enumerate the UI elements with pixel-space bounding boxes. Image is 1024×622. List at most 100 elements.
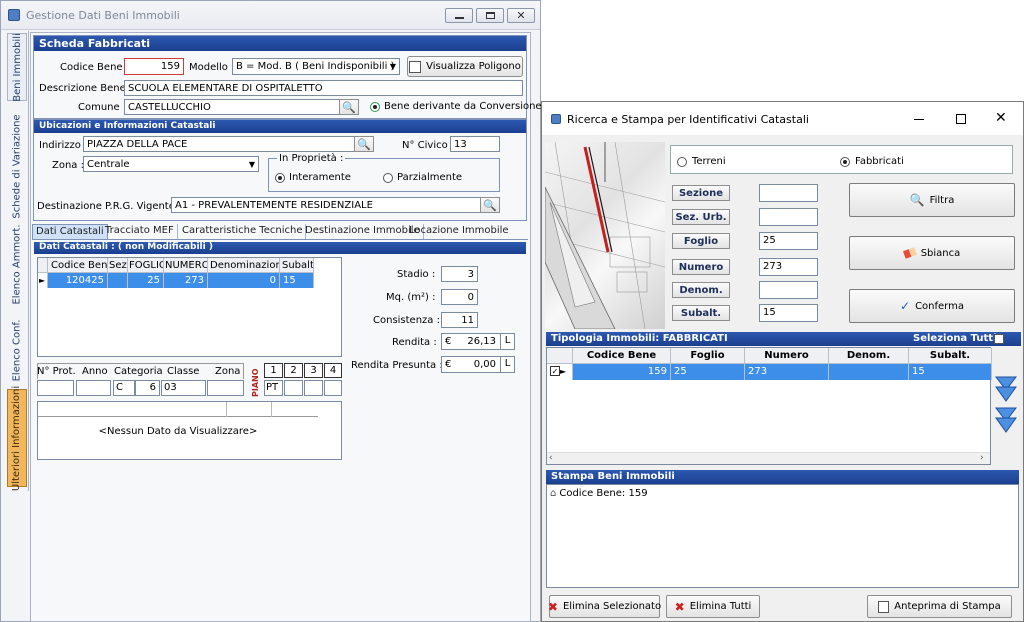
scroll-down-icon[interactable] — [994, 405, 1018, 435]
fabbricati-radio[interactable]: Fabbricati — [840, 156, 904, 167]
col-codice-bene[interactable]: Codice Bene — [573, 348, 671, 364]
destinazione-search-button[interactable]: 🔍 — [480, 197, 500, 213]
zona-select[interactable]: Centrale ▼ — [83, 156, 259, 172]
maximize-button[interactable] — [476, 8, 504, 23]
chevron-down-icon: ▼ — [248, 160, 255, 169]
rendita-label: Rendita : — [392, 337, 437, 348]
scroll-down-fast-icon[interactable] — [994, 374, 1018, 404]
indirizzo-field[interactable]: PIAZZA DELLA PACE — [83, 136, 355, 152]
side-tab-elenco-conf[interactable]: Elenco Conf. — [7, 319, 27, 381]
sez-urb-field[interactable] — [759, 208, 818, 226]
anno-field[interactable] — [76, 380, 111, 396]
piano-3-field[interactable] — [304, 380, 323, 396]
rendita-field[interactable]: € 26,13 L — [441, 333, 515, 350]
comune-field[interactable]: CASTELLUCCHIO — [124, 99, 340, 115]
piano-label: PIANO — [251, 368, 260, 397]
side-tab-elenco-ammort[interactable]: Elenco Ammort. — [7, 224, 27, 304]
piano-2-field[interactable] — [284, 380, 303, 396]
prot-field[interactable] — [37, 380, 74, 396]
numero-field[interactable]: 273 — [759, 258, 818, 276]
side-tab-beni-immobili[interactable]: Beni Immobili — [7, 33, 27, 101]
categoria-b-field[interactable]: 6 — [135, 380, 160, 396]
civico-field[interactable]: 13 — [450, 136, 500, 152]
categoria-a-field[interactable]: C — [113, 380, 135, 396]
col-foglio[interactable]: FOGLIO — [128, 258, 164, 273]
table-row[interactable]: ► 120425 25 273 0 15 — [38, 273, 314, 288]
col-numero[interactable]: Numero — [745, 348, 829, 364]
modello-select[interactable]: B = Mod. B ( Beni Indisponibili ) ▼ — [232, 58, 400, 75]
table-row[interactable]: ✓ ► 159 25 273 15 — [547, 364, 992, 380]
col-subalt[interactable]: Subalt. — [909, 348, 992, 364]
denom-field[interactable] — [759, 281, 818, 299]
codice-bene-label: Codice Bene : — [60, 62, 130, 73]
minimize-icon — [454, 16, 464, 19]
tab-tracciato-mef[interactable]: Tracciato MEF — [102, 224, 178, 239]
search-icon: 🔍 — [357, 137, 371, 151]
radio-icon — [383, 172, 393, 183]
side-tab-ulteriori-informazioni[interactable]: Ulteriori Informazioni — [7, 385, 27, 491]
cell-numero: 273 — [745, 364, 829, 380]
subalt-field[interactable]: 15 — [759, 304, 818, 322]
scheda-header: Scheda Fabbricati — [34, 36, 526, 51]
col-numero[interactable]: NUMERO — [164, 258, 208, 273]
col-foglio[interactable]: Foglio — [671, 348, 745, 364]
rendita-presunta-field[interactable]: € 0,00 L — [441, 356, 515, 373]
conferma-button[interactable]: ✓ Conferma — [849, 289, 1015, 323]
col-subalt[interactable]: Subalt. — [280, 258, 314, 273]
zona-label: Zona : — [52, 160, 84, 171]
main-titlebar[interactable]: Gestione Dati Beni Immobili ✕ — [1, 1, 540, 30]
col-codice-bene[interactable]: Codice Bene — [48, 258, 108, 273]
numero-label: Numero — [672, 259, 730, 275]
minimize-icon[interactable] — [914, 119, 924, 120]
radio-icon — [677, 156, 687, 167]
interamente-radio[interactable]: Interamente — [275, 172, 351, 183]
scroll-left-icon[interactable]: ‹ — [549, 453, 553, 463]
col-denom[interactable]: Denom. — [829, 348, 909, 364]
maximize-icon[interactable] — [956, 114, 966, 124]
empty-grid: <Nessun Dato da Visualizzare> — [37, 401, 342, 460]
minimize-button[interactable] — [445, 8, 473, 23]
codice-bene-field[interactable]: 159 — [124, 58, 184, 75]
col-denominazione[interactable]: Denominazione — [208, 258, 280, 273]
indirizzo-search-button[interactable]: 🔍 — [354, 136, 374, 152]
grid-header-row: Codice Bene Foglio Numero Denom. Subalt. — [547, 348, 992, 364]
tab-locazione-immobile[interactable]: Locazione Immobile — [406, 224, 512, 239]
anteprima-stampa-button[interactable]: Anteprima di Stampa — [867, 595, 1012, 618]
foglio-field[interactable]: 25 — [759, 232, 818, 250]
row-checkbox-cell[interactable]: ✓ ► — [547, 364, 573, 380]
list-item[interactable]: ⌂ Codice Bene: 159 — [550, 488, 648, 499]
currency-euro: € — [445, 359, 452, 370]
checkmark-icon: ✓ — [900, 299, 911, 313]
close-button[interactable]: ✕ — [507, 8, 535, 23]
consistenza-field[interactable]: 11 — [441, 312, 478, 328]
piano-4-field[interactable] — [324, 380, 342, 396]
bene-derivante-radio[interactable]: Bene derivante da Conversione — [370, 101, 542, 112]
mq-field[interactable]: 0 — [441, 289, 478, 305]
stadio-field[interactable]: 3 — [441, 266, 478, 282]
destinazione-field[interactable]: A1 - PREVALENTEMENTE RESIDENZIALE — [171, 197, 481, 213]
scroll-right-icon[interactable]: › — [980, 453, 984, 463]
tab-caratteristiche-tecniche[interactable]: Caratteristiche Tecniche — [179, 224, 307, 239]
sezione-field[interactable] — [759, 184, 818, 202]
comune-search-button[interactable]: 🔍 — [339, 99, 359, 115]
parzialmente-radio[interactable]: Parzialmente — [383, 172, 462, 183]
filtra-button[interactable]: 🔍 Filtra — [849, 183, 1015, 217]
side-tab-schede-variazione[interactable]: Schede di Variazione — [7, 113, 27, 219]
visualizza-poligono-button[interactable]: Visualizza Poligono — [407, 56, 523, 77]
stampa-header: Stampa Beni Immobili — [546, 470, 1019, 484]
descrizione-field[interactable]: SCUOLA ELEMENTARE DI OSPITALETTO — [124, 80, 523, 96]
elimina-selezionato-button[interactable]: ✖ Elimina Selezionato — [548, 595, 661, 618]
classe-field[interactable]: 03 — [161, 380, 206, 396]
terreni-radio[interactable]: Terreni — [677, 156, 726, 167]
close-icon[interactable]: ✕ — [995, 110, 1007, 126]
sbianca-button[interactable]: Sbianca — [849, 236, 1015, 270]
piano-field[interactable]: PT — [264, 380, 283, 396]
zona-field[interactable] — [207, 380, 244, 396]
seleziona-tutti-checkbox[interactable] — [994, 334, 1004, 344]
tab-dati-catastali[interactable]: Dati Catastali — [32, 224, 108, 239]
horizontal-scrollbar[interactable]: ‹ › — [547, 452, 990, 464]
elimina-tutti-button[interactable]: ✖ Elimina Tutti — [666, 595, 760, 618]
proprieta-label: In Proprietà : — [277, 153, 346, 164]
search-titlebar[interactable]: Ricerca e Stampa per Identificativi Cata… — [542, 102, 1023, 135]
col-sez[interactable]: Sez. — [108, 258, 128, 273]
